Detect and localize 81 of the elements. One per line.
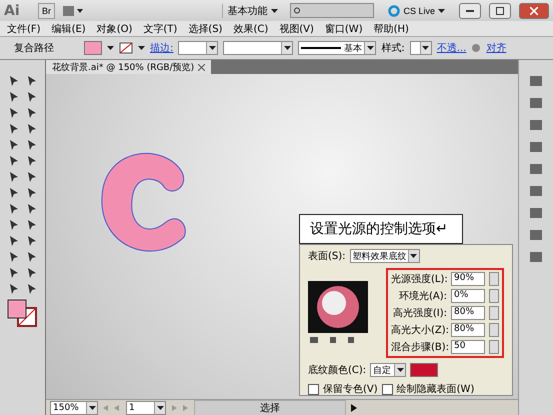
maximize-button[interactable] [489,2,511,18]
stepper-button[interactable] [489,272,499,286]
menu-item[interactable]: 帮助(H) [370,22,417,36]
stepper-button[interactable] [489,323,499,337]
fill-stroke-swatches[interactable] [6,298,40,328]
caret-icon [438,8,445,12]
minimize-icon [466,10,474,12]
menu-item[interactable]: 文件(F) [4,22,49,36]
checkbox[interactable] [382,384,393,394]
checkbox-label: 保留专色(V) [323,382,378,396]
close-icon [530,6,538,14]
menu-item[interactable]: 文字(T) [140,22,186,36]
sphere-drawing [316,285,360,329]
caret-icon [138,46,145,50]
caret-icon [366,46,374,50]
value-field[interactable]: 80% [451,323,485,337]
value-field[interactable]: 50 [451,340,485,354]
style-dropdown[interactable] [410,41,432,55]
maximize-icon [496,6,504,14]
caret-icon [410,254,418,258]
stepper-button[interactable] [489,340,499,354]
menu-item[interactable]: 编辑(E) [48,22,94,36]
shading-color-label: 底纹颜色(C): [308,364,366,377]
caret-icon [156,406,164,410]
shading-dropdown[interactable]: 自定 [370,363,406,377]
checkbox-label: 绘制隐藏表面(W) [396,382,474,396]
document-tab[interactable]: 花纹背景.ai* @ 150% (RGB/预览) [46,60,212,74]
caption-text: 设置光源的控制选项↵ [299,214,463,244]
checkbox[interactable] [308,384,319,394]
variable-width-dropdown[interactable] [223,41,294,55]
surface-label: 表面(S): [308,250,346,263]
caret-icon [396,368,404,372]
field-label: 高光大小(Z): [391,324,447,337]
zoom-dropdown[interactable]: 150% [50,400,98,414]
ring-icon [388,4,400,16]
color-swatch[interactable] [410,363,438,377]
value-field[interactable]: 90% [451,272,485,286]
field-label: 环境光(A): [398,290,447,303]
search-icon [293,6,302,14]
bridge-button[interactable]: Br [38,2,55,18]
style-label: 样式: [381,42,405,55]
page-dropdown[interactable]: 1 [126,400,166,414]
field-label: 光源强度(L): [391,272,447,286]
stroke-none-icon[interactable] [119,42,133,54]
align-link[interactable]: 对齐 [486,41,506,55]
stroke-line-icon [301,47,342,49]
fill-swatch[interactable] [84,41,102,55]
value-field[interactable]: 80% [451,306,485,320]
stepper-button[interactable] [489,289,499,303]
brush-dropdown[interactable]: 基本 [298,41,376,55]
opacity-link[interactable]: 不透... [436,41,466,55]
light-sphere-preview[interactable] [308,281,368,333]
caret-icon [107,46,114,50]
stroke-link[interactable]: 描边: [150,41,174,55]
search-field[interactable] [290,3,374,18]
field-label: 高光强度(I): [392,306,447,320]
close-icon [198,64,206,70]
status-text: 选择 [194,400,346,415]
menu-item[interactable]: 效果(C) [230,22,276,36]
play-icon[interactable] [350,404,358,412]
value-field[interactable]: 0% [451,289,485,303]
caret-icon [422,46,430,50]
app-logo: Ai [4,2,21,18]
caret-icon [271,8,278,12]
minimize-button[interactable] [459,2,481,18]
menu-item[interactable]: 窗口(W) [322,22,371,36]
selection-type-label: 复合路径 [14,42,54,55]
stroke-weight-dropdown[interactable] [178,41,218,55]
cs-live-button[interactable]: CS Live [382,4,451,18]
caret-icon [208,46,216,50]
layout-icon[interactable] [63,4,83,16]
stepper-button[interactable] [489,306,499,320]
close-button[interactable] [519,2,549,18]
surface-dropdown[interactable]: 塑料效果底纹 [350,249,420,263]
caret-icon [88,406,96,410]
field-label: 混合步骤(B): [391,340,447,354]
menu-item[interactable]: 选择(S) [185,22,230,36]
caret-icon [284,46,291,50]
workspace-switcher[interactable]: 基本功能 [222,4,282,18]
menu-item[interactable]: 对象(O) [94,22,140,36]
menu-item[interactable]: 视图(V) [276,22,322,36]
